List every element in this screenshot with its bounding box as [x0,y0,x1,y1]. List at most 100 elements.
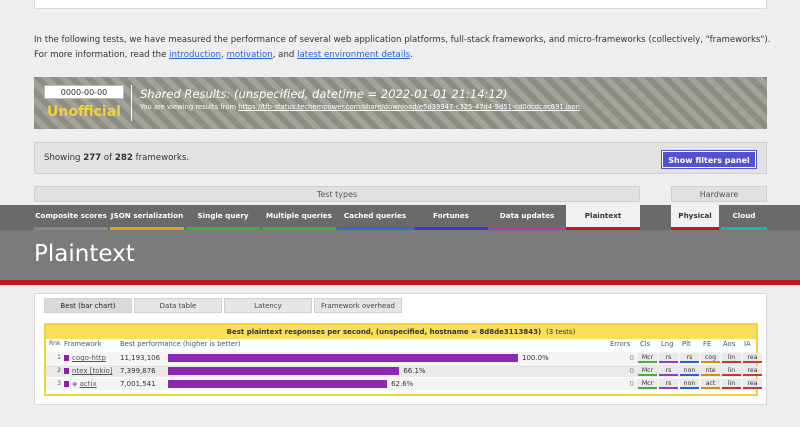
app-os-badge: lin [722,366,741,376]
tab-label: Multiple queries [266,211,332,220]
framework-swatch [64,381,69,387]
source-prefix: You are viewing results from [140,103,239,111]
tab-label: Cached queries [343,211,407,220]
column-header-best-performance: Best performance (higher is better) [120,340,241,348]
environment-details-link[interactable]: latest environment details [297,50,410,60]
framework-link[interactable]: cogo-http [72,354,106,362]
tab-json-serialization[interactable]: JSON serialization [110,205,184,230]
implementation-badge: rea [743,353,762,363]
intro-separator: , and [272,50,298,60]
tab-label: Physical [678,211,712,220]
row-errors: 0 [629,380,634,388]
row-rank: 3 [57,380,61,387]
tab-physical[interactable]: Physical [671,205,719,230]
tab-plaintext[interactable]: Plaintext [566,205,640,230]
introduction-link[interactable]: introduction [169,50,221,60]
shown-count: 277 [83,153,102,163]
subtab-data-table[interactable]: Data table [134,298,222,313]
front-end-badge: act [701,379,720,389]
row-value: 7,399,876 [120,367,156,375]
showing-suffix: frameworks. [132,153,190,163]
tab-label: Data updates [499,211,555,220]
implementation-badge: rea [743,366,762,376]
row-errors: 0 [629,354,634,362]
platform-badge: non [680,366,699,376]
app-os-badge: lin [722,353,741,363]
shared-results-title: Shared Results: (unspecified, datetime =… [140,87,508,101]
subtab-best-bar-chart[interactable]: Best (bar chart) [44,298,132,313]
column-header-implementation: IA [744,340,751,348]
tab-label: JSON serialization [110,211,184,220]
platform-badge: non [680,379,699,389]
previous-table-strip [34,0,767,9]
language-badge: rs [659,379,678,389]
intro-paragraph: In the following tests, we have measured… [34,33,774,63]
tab-fortunes[interactable]: Fortunes [414,205,488,230]
column-header-errors: Errors [610,340,631,348]
unofficial-status: Unofficial [47,104,121,120]
column-header-app-os: Aos [723,340,736,348]
tab-label: Composite scores [35,211,107,220]
tab-cached-queries[interactable]: Cached queries [338,205,412,230]
results-table-heading: Best plaintext responses per second, (un… [46,325,756,339]
platform-badge: rs [680,353,699,363]
row-rank: 2 [57,367,61,374]
show-filters-button[interactable]: Show filters panel [661,150,757,169]
tab-composite-scores[interactable]: Composite scores [34,205,108,230]
performance-percent: 66.1% [403,367,426,375]
results-panel: Best (bar chart) Data table Latency Fram… [34,293,767,405]
showing-count: Showing 277 of 282 frameworks. [44,153,189,163]
column-header-rank: Rnk [49,340,61,347]
subtab-latency[interactable]: Latency [224,298,312,313]
performance-bar [168,367,400,375]
shared-results-banner: 0000-00-00 Unofficial Shared Results: (u… [34,77,767,129]
hardware-header: Hardware [671,186,767,202]
page-title: Plaintext [34,241,135,267]
column-header-platform: Plt [682,340,691,348]
language-badge: rs [659,353,678,363]
tab-data-updates[interactable]: Data updates [490,205,564,230]
tab-label: Cloud [732,211,756,220]
framework-link[interactable]: actix [80,380,97,388]
row-value: 7,001,541 [120,380,156,388]
performance-percent: 100.0% [522,354,549,362]
tab-cloud[interactable]: Cloud [721,205,767,230]
intro-line: In the following tests, we have measured… [34,35,771,45]
table-row: 3 ◈ actix 7,001,541 62.6% 0 Mcr rs non a… [46,378,762,390]
framework-link[interactable]: ntex [tokio] [72,367,113,375]
front-end-badge: cog [701,353,720,363]
subtab-framework-overhead[interactable]: Framework overhead [314,298,402,313]
test-types-header: Test types [34,186,640,202]
row-errors: 0 [629,367,634,375]
banner-divider [131,85,132,121]
implementation-badge: rea [743,379,762,389]
test-title-band: Plaintext [0,230,800,285]
column-header-classification: Cls [640,340,651,348]
showing-prefix: Showing [44,153,84,163]
filter-summary-bar: Showing 277 of 282 frameworks. Show filt… [34,142,767,174]
performance-bar [168,354,518,362]
table-title: Best plaintext responses per second, (un… [226,328,542,336]
column-header-language: Lng [661,340,674,348]
framework-name-cell: ◈ actix [72,378,97,390]
framework-name-cell: ntex [tokio] [72,365,113,377]
total-count: 282 [114,153,133,163]
performance-bar [168,380,388,388]
column-header-front-end: FE [703,340,712,348]
source-json-link[interactable]: https://tfb-status.techempower.com/share… [238,103,580,111]
tab-single-query[interactable]: Single query [186,205,260,230]
column-header-framework: Framework [64,340,102,348]
tab-label: Single query [197,211,249,220]
tab-multiple-queries[interactable]: Multiple queries [262,205,336,230]
classification-badge: Mcr [638,353,657,363]
classification-badge: Mcr [638,366,657,376]
showing-of: of [101,153,115,163]
row-rank: 1 [57,354,61,361]
round-date: 0000-00-00 [44,85,124,99]
results-table: Best plaintext responses per second, (un… [44,323,762,396]
motivation-link[interactable]: motivation [227,50,273,60]
language-badge: rs [659,366,678,376]
performance-percent: 62.6% [391,380,414,388]
intro-suffix: . [410,50,413,60]
framework-swatch [64,368,69,374]
